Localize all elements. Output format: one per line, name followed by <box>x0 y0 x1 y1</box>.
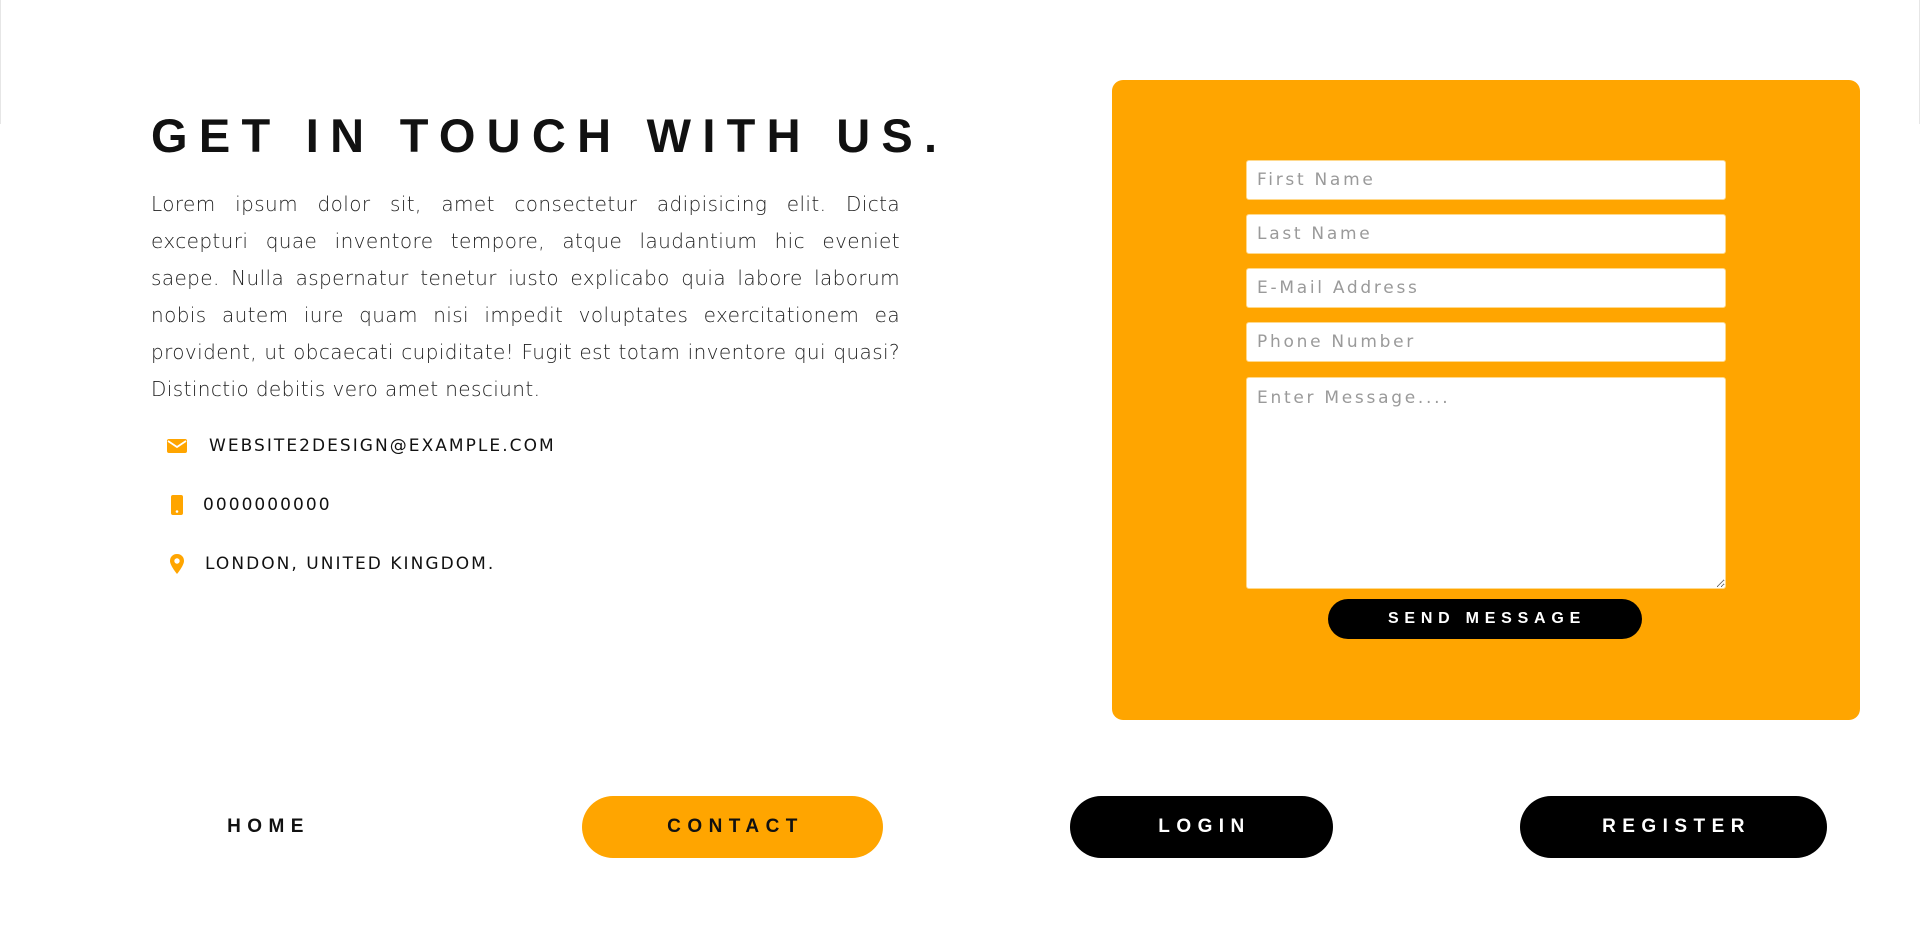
send-message-button[interactable]: SEND MESSAGE <box>1328 599 1642 639</box>
contact-location-item: LONDON, UNITED KINGDOM. <box>151 549 900 579</box>
contact-email-text: WEBSITE2DESIGN@EXAMPLE.COM <box>209 436 556 456</box>
contact-phone-item: 0000000000 <box>151 490 900 520</box>
contact-form-card: SEND MESSAGE <box>1112 80 1860 720</box>
contact-info-section: GET IN TOUCH WITH US. Lorem ipsum dolor … <box>151 108 949 608</box>
nav-contact-button[interactable]: CONTACT <box>582 796 883 858</box>
mobile-phone-icon <box>165 493 189 517</box>
nav-home-button[interactable]: HOME <box>170 796 361 858</box>
envelope-icon <box>165 434 189 458</box>
email-input[interactable] <box>1246 268 1726 308</box>
bottom-navigation: HOME CONTACT LOGIN REGISTER <box>0 796 1920 858</box>
phone-input[interactable] <box>1246 322 1726 362</box>
left-edge-line <box>0 0 1 124</box>
contact-description: Lorem ipsum dolor sit, amet consectetur … <box>151 192 900 401</box>
last-name-input[interactable] <box>1246 214 1726 254</box>
message-textarea[interactable] <box>1246 377 1726 589</box>
contact-location-text: LONDON, UNITED KINGDOM. <box>205 554 496 574</box>
contact-phone-text: 0000000000 <box>203 495 332 515</box>
first-name-input[interactable] <box>1246 160 1726 200</box>
page-title: GET IN TOUCH WITH US. <box>151 109 949 162</box>
nav-login-button[interactable]: LOGIN <box>1070 796 1333 858</box>
map-pin-icon <box>165 552 189 576</box>
contact-email-item: WEBSITE2DESIGN@EXAMPLE.COM <box>151 431 900 461</box>
contact-details-list: WEBSITE2DESIGN@EXAMPLE.COM 0000000000 LO… <box>151 431 900 579</box>
nav-register-button[interactable]: REGISTER <box>1520 796 1827 858</box>
